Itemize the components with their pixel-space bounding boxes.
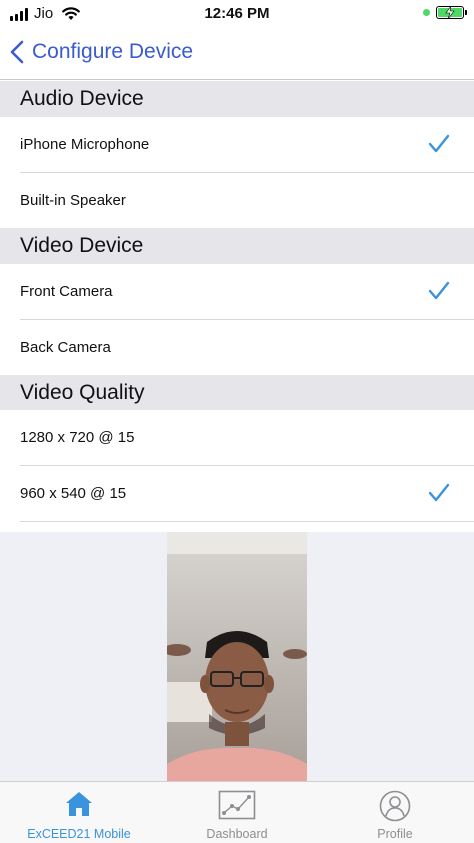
option-built-in-speaker[interactable]: Built-in Speaker: [0, 173, 474, 229]
camera-preview: [167, 532, 307, 782]
option-iphone-microphone[interactable]: iPhone Microphone: [0, 117, 474, 173]
chart-icon: [218, 790, 256, 820]
camera-preview-area: [0, 532, 474, 782]
option-label: 960 x 540 @ 15: [20, 485, 127, 502]
section-title: Audio Device: [20, 87, 144, 110]
audio-section-header: Audio Device: [0, 81, 474, 117]
option-quality-1280[interactable]: 1280 x 720 @ 15: [0, 410, 474, 466]
checkmark-icon: [428, 483, 450, 502]
option-label: iPhone Microphone: [20, 136, 150, 153]
option-label: Built-in Speaker: [20, 192, 126, 209]
option-label: 1280 x 720 @ 15: [20, 429, 135, 446]
back-button[interactable]: Configure Device: [10, 40, 193, 64]
section-title: Video Quality: [20, 381, 145, 404]
profile-icon: [379, 790, 411, 822]
tab-label: ExCEED21 Mobile: [27, 827, 131, 841]
chevron-left-icon: [10, 40, 24, 64]
home-icon: [66, 792, 92, 816]
option-label: Front Camera: [20, 283, 113, 300]
status-bar: Jio 12:46 PM: [0, 0, 474, 28]
option-quality-960[interactable]: 960 x 540 @ 15: [0, 466, 474, 522]
tab-profile[interactable]: Profile: [316, 782, 474, 843]
option-label: Back Camera: [20, 339, 111, 356]
tab-exceed21-mobile[interactable]: ExCEED21 Mobile: [0, 782, 158, 843]
section-title: Video Device: [20, 234, 144, 257]
status-right: [423, 6, 467, 19]
tab-dashboard[interactable]: Dashboard: [158, 782, 316, 843]
tab-bar: ExCEED21 Mobile Dashboard Profile: [0, 781, 474, 843]
checkmark-icon: [428, 134, 450, 153]
tab-label: Profile: [377, 827, 413, 841]
mic-indicator-icon: [423, 9, 430, 16]
quality-section-header: Video Quality: [0, 375, 474, 411]
battery-charging-icon: [436, 6, 467, 19]
status-time: 12:46 PM: [204, 5, 270, 22]
page-title: Configure Device: [32, 40, 194, 63]
option-back-camera[interactable]: Back Camera: [0, 320, 474, 376]
tab-label: Dashboard: [206, 827, 268, 841]
checkmark-icon: [428, 281, 450, 300]
navigation-bar: Configure Device: [0, 28, 474, 80]
video-section-header: Video Device: [0, 228, 474, 264]
option-front-camera[interactable]: Front Camera: [0, 264, 474, 320]
